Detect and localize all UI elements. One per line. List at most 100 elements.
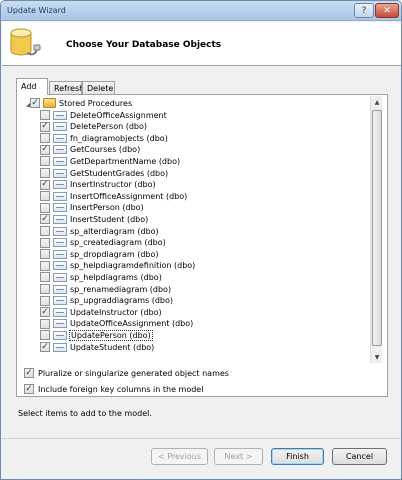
stored-procedure-icon xyxy=(53,330,67,340)
tree-item-label: UpdateOfficeAssignment (dbo) xyxy=(70,319,194,329)
tree-item[interactable]: DeletePerson (dbo) xyxy=(40,121,147,133)
vertical-scrollbar[interactable]: ▲ ▼ xyxy=(370,96,382,363)
item-checkbox[interactable] xyxy=(40,133,50,144)
close-button[interactable]: ✕ xyxy=(375,3,399,18)
tree-item[interactable]: InsertPerson (dbo) xyxy=(40,202,144,214)
tree-item-label: sp_helpdiagrams (dbo) xyxy=(70,272,162,282)
item-checkbox[interactable] xyxy=(40,168,50,178)
update-wizard-window: Update Wizard ? ✕ Choose Your Database O… xyxy=(0,0,402,480)
stored-procedure-icon xyxy=(53,203,67,213)
tree-item[interactable]: UpdateOfficeAssignment (dbo) xyxy=(40,318,193,330)
tree-item[interactable]: InsertInstructor (dbo) xyxy=(40,179,156,191)
stored-procedure-icon xyxy=(53,214,67,224)
stored-procedure-icon xyxy=(53,133,67,143)
stored-procedure-icon xyxy=(53,156,67,166)
tree-item-label: sp_upgraddiagrams (dbo) xyxy=(70,296,174,306)
stored-procedure-icon xyxy=(53,226,67,236)
item-checkbox[interactable] xyxy=(40,342,50,352)
help-icon: ? xyxy=(361,5,367,16)
stored-procedure-icon xyxy=(53,110,67,120)
database-icon xyxy=(10,28,41,56)
stored-procedure-icon xyxy=(53,168,67,178)
item-checkbox[interactable] xyxy=(40,156,50,167)
tree-item[interactable]: UpdateInstructor (dbo) xyxy=(40,306,162,318)
item-checkbox[interactable] xyxy=(40,214,50,225)
objects-tree[interactable]: ◢ Stored Procedures DeleteOfficeAssignme… xyxy=(18,96,372,363)
item-checkbox[interactable] xyxy=(40,144,50,155)
tree-item-label: DeletePerson (dbo) xyxy=(70,122,148,132)
tree-item-label: UpdateStudent (dbo) xyxy=(70,342,155,352)
item-checkbox[interactable] xyxy=(40,202,50,213)
tree-item[interactable]: UpdatePerson (dbo) xyxy=(40,329,153,341)
stored-procedure-icon xyxy=(53,296,67,306)
close-icon: ✕ xyxy=(383,5,391,16)
stored-procedure-icon xyxy=(53,307,67,317)
cancel-button[interactable]: Cancel xyxy=(332,448,387,465)
tree-item[interactable]: sp_dropdiagram (dbo) xyxy=(40,248,159,260)
tree-item-label: fn_diagramobjects (dbo) xyxy=(70,133,168,143)
item-checkbox[interactable] xyxy=(40,179,50,190)
scroll-thumb[interactable] xyxy=(372,110,382,346)
tab-add[interactable]: Add xyxy=(16,78,48,95)
pluralize-checkbox[interactable] xyxy=(24,368,34,378)
collapse-icon[interactable]: ◢ xyxy=(22,100,31,108)
root-checkbox[interactable] xyxy=(30,98,40,108)
tree-item-label: UpdatePerson (dbo) xyxy=(69,329,153,341)
tree-item[interactable]: InsertOfficeAssignment (dbo) xyxy=(40,190,187,202)
tree-item[interactable]: sp_creatediagram (dbo) xyxy=(40,237,166,249)
scroll-down-icon[interactable]: ▼ xyxy=(371,351,383,363)
tab-delete[interactable]: Delete xyxy=(82,81,115,95)
tree-item[interactable]: sp_renamediagram (dbo) xyxy=(40,283,171,295)
item-checkbox[interactable] xyxy=(40,237,50,248)
stored-procedure-icon xyxy=(53,249,67,259)
tree-item-label: sp_helpdiagramdefinition (dbo) xyxy=(70,261,196,271)
item-checkbox[interactable] xyxy=(40,191,50,202)
item-checkbox[interactable] xyxy=(40,249,50,260)
stored-procedure-icon xyxy=(53,319,67,329)
finish-button[interactable]: Finish xyxy=(271,448,324,465)
scroll-up-icon[interactable]: ▲ xyxy=(371,96,383,108)
item-checkbox[interactable] xyxy=(40,307,50,318)
stored-procedure-icon xyxy=(53,272,67,282)
item-checkbox[interactable] xyxy=(40,121,50,132)
pluralize-option[interactable]: Pluralize or singularize generated objec… xyxy=(24,367,229,379)
item-checkbox[interactable] xyxy=(40,260,50,271)
foreign-keys-checkbox[interactable] xyxy=(24,384,34,394)
footer-divider xyxy=(2,438,401,439)
tree-item[interactable]: GetCourses (dbo) xyxy=(40,144,140,156)
item-checkbox[interactable] xyxy=(40,295,50,306)
folder-icon xyxy=(43,98,56,108)
item-checkbox[interactable] xyxy=(40,272,50,283)
tree-item-label: GetDepartmentName (dbo) xyxy=(70,156,181,166)
tree-item[interactable]: GetStudentGrades (dbo) xyxy=(40,167,168,179)
status-text: Select items to add to the model. xyxy=(18,409,152,418)
tree-item[interactable]: sp_helpdiagrams (dbo) xyxy=(40,271,162,283)
tree-root[interactable]: ◢ Stored Procedures xyxy=(22,97,132,109)
item-checkbox[interactable] xyxy=(40,318,50,329)
item-checkbox[interactable] xyxy=(40,110,50,120)
tree-item-label: InsertStudent (dbo) xyxy=(70,214,149,224)
previous-button[interactable]: < Previous xyxy=(151,448,208,465)
item-checkbox[interactable] xyxy=(40,330,50,341)
pluralize-label: Pluralize or singularize generated objec… xyxy=(38,368,229,378)
tree-item-label: UpdateInstructor (dbo) xyxy=(70,307,162,317)
foreign-keys-label: Include foreign key columns in the model xyxy=(38,384,204,394)
foreign-keys-option[interactable]: Include foreign key columns in the model xyxy=(24,383,203,395)
tree-item[interactable]: sp_alterdiagram (dbo) xyxy=(40,225,159,237)
tree-item[interactable]: UpdateStudent (dbo) xyxy=(40,341,154,353)
stored-procedure-icon xyxy=(53,238,67,248)
tree-item[interactable]: sp_upgraddiagrams (dbo) xyxy=(40,295,173,307)
tree-item[interactable]: InsertStudent (dbo) xyxy=(40,213,148,225)
stored-procedure-icon xyxy=(53,284,67,294)
help-button[interactable]: ? xyxy=(354,3,374,18)
next-button[interactable]: Next > xyxy=(214,448,263,465)
page-heading: Choose Your Database Objects xyxy=(66,40,222,50)
tree-item-label: InsertInstructor (dbo) xyxy=(70,180,156,190)
item-checkbox[interactable] xyxy=(40,226,50,236)
tab-refresh[interactable]: Refresh xyxy=(49,81,84,95)
tree-item[interactable]: DeleteOfficeAssignment xyxy=(40,109,167,121)
item-checkbox[interactable] xyxy=(40,284,50,294)
tree-item[interactable]: fn_diagramobjects (dbo) xyxy=(40,132,168,144)
tree-item[interactable]: GetDepartmentName (dbo) xyxy=(40,155,180,167)
tree-item[interactable]: sp_helpdiagramdefinition (dbo) xyxy=(40,260,195,272)
